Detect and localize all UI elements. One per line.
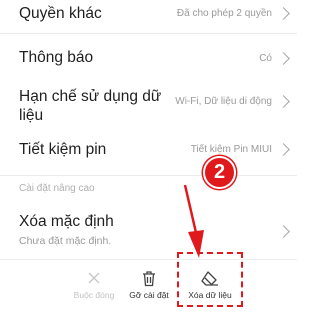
advanced-settings-header: Cài đặt nâng cao xyxy=(19,183,95,194)
row-other-permissions[interactable]: Quyền khác Đã cho phép 2 quyền xyxy=(0,0,297,33)
other-permissions-value: Đã cho phép 2 quyền xyxy=(176,8,272,19)
chevron-right-icon xyxy=(277,7,290,20)
divider xyxy=(0,259,297,260)
notifications-value: Có xyxy=(259,53,272,64)
chevron-right-icon xyxy=(277,52,290,65)
chevron-right-icon xyxy=(277,225,290,238)
data-restriction-label: Hạn chế sử dụng dữ liệu xyxy=(19,88,162,124)
battery-saver-value: Tiết kiệm Pin MIUI xyxy=(190,144,272,155)
notifications-label: Thông báo xyxy=(19,49,94,66)
chevron-right-icon xyxy=(277,143,290,156)
clear-defaults-sub: Chưa đặt mặc định. xyxy=(19,235,112,247)
row-notifications[interactable]: Thông báo Có xyxy=(0,33,297,85)
step-badge: 2 xyxy=(203,156,236,189)
row-battery-saver[interactable]: Tiết kiệm pin Tiết kiệm Pin MIUI xyxy=(0,135,297,175)
highlight-box xyxy=(177,252,243,307)
trash-icon xyxy=(141,270,157,292)
row-clear-defaults[interactable]: Xóa mặc định Chưa đặt mặc định. xyxy=(0,210,297,260)
other-permissions-label: Quyền khác xyxy=(19,5,102,22)
row-data-restriction[interactable]: Hạn chế sử dụng dữ liệu Wi-Fi, Dữ liệu d… xyxy=(0,85,297,135)
chevron-right-icon xyxy=(277,95,290,108)
uninstall-button[interactable]: Gỡ cài đặt xyxy=(114,266,184,312)
close-icon xyxy=(86,270,102,291)
clear-defaults-label: Xóa mặc định xyxy=(19,213,114,230)
uninstall-label: Gỡ cài đặt xyxy=(129,290,169,300)
battery-saver-label: Tiết kiệm pin xyxy=(19,141,107,158)
data-restriction-value: Wi-Fi, Dữ liệu di động xyxy=(175,96,272,107)
divider xyxy=(0,175,297,176)
